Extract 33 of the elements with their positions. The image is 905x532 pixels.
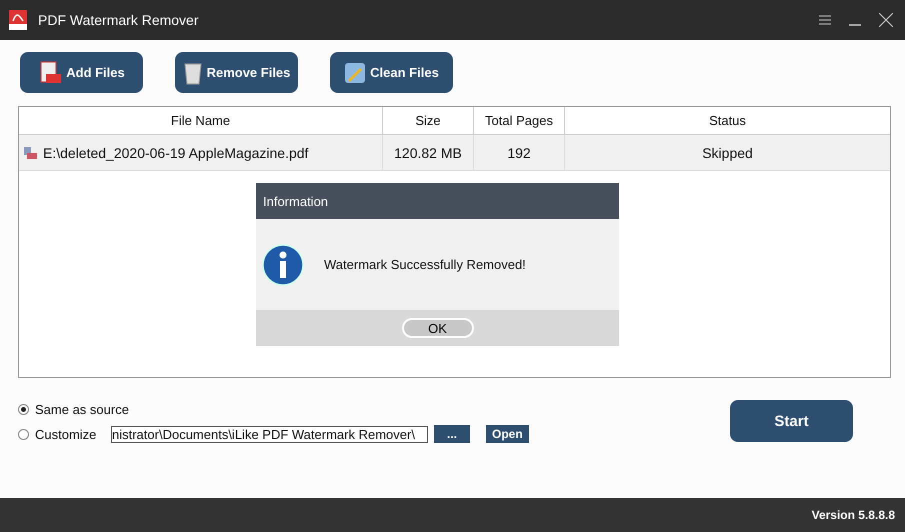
open-button[interactable]: Open (486, 425, 529, 443)
app-logo-icon (8, 9, 28, 31)
column-header: Status (708, 112, 747, 130)
toolbar-button[interactable]: Add Files (20, 52, 143, 93)
toolbar-button[interactable]: Clean Files (330, 52, 453, 93)
broom-icon (344, 62, 366, 84)
pdf-file-icon (38, 60, 62, 84)
column-header: Size (383, 107, 474, 134)
menu-icon[interactable] (819, 15, 831, 25)
radio-button[interactable] (18, 428, 29, 440)
table-row[interactable]: E:\deleted_2020-06-19 AppleMagazine.pdf 120.82 MB 192 Skipped (19, 135, 890, 171)
dialog-message: Watermark Successfully Removed! (324, 257, 526, 272)
table-cell: E:\deleted_2020-06-19 AppleMagazine.pdf (43, 144, 308, 160)
column-header: Total Pages (474, 107, 565, 134)
path-field[interactable]: nistrator\Documents\iLike PDF Watermark Remover\ (111, 426, 428, 442)
radio-label: Same as source (35, 402, 129, 417)
ok-button[interactable]: OK (402, 318, 474, 338)
start-button[interactable]: Start (730, 400, 853, 442)
close-icon[interactable] (879, 13, 893, 27)
column-header: File Name (19, 107, 383, 134)
table-cell: 120.82 MB (383, 135, 474, 170)
dialog-title: Information (263, 194, 328, 208)
window-title: PDF Watermark Remover (38, 12, 200, 28)
info-icon (262, 244, 304, 286)
trash-icon (182, 60, 203, 84)
radio-label: Customize (35, 426, 98, 442)
table-cell: 192 (474, 135, 565, 170)
radio-button[interactable] (18, 404, 29, 415)
pdf-file-icon (23, 146, 37, 160)
version-label: Version 5.8.8.8 (812, 508, 895, 522)
browse-button[interactable]: ... (434, 425, 470, 443)
toolbar-button[interactable]: Remove Files (175, 52, 298, 93)
table-cell-text: Skipped (701, 144, 754, 163)
